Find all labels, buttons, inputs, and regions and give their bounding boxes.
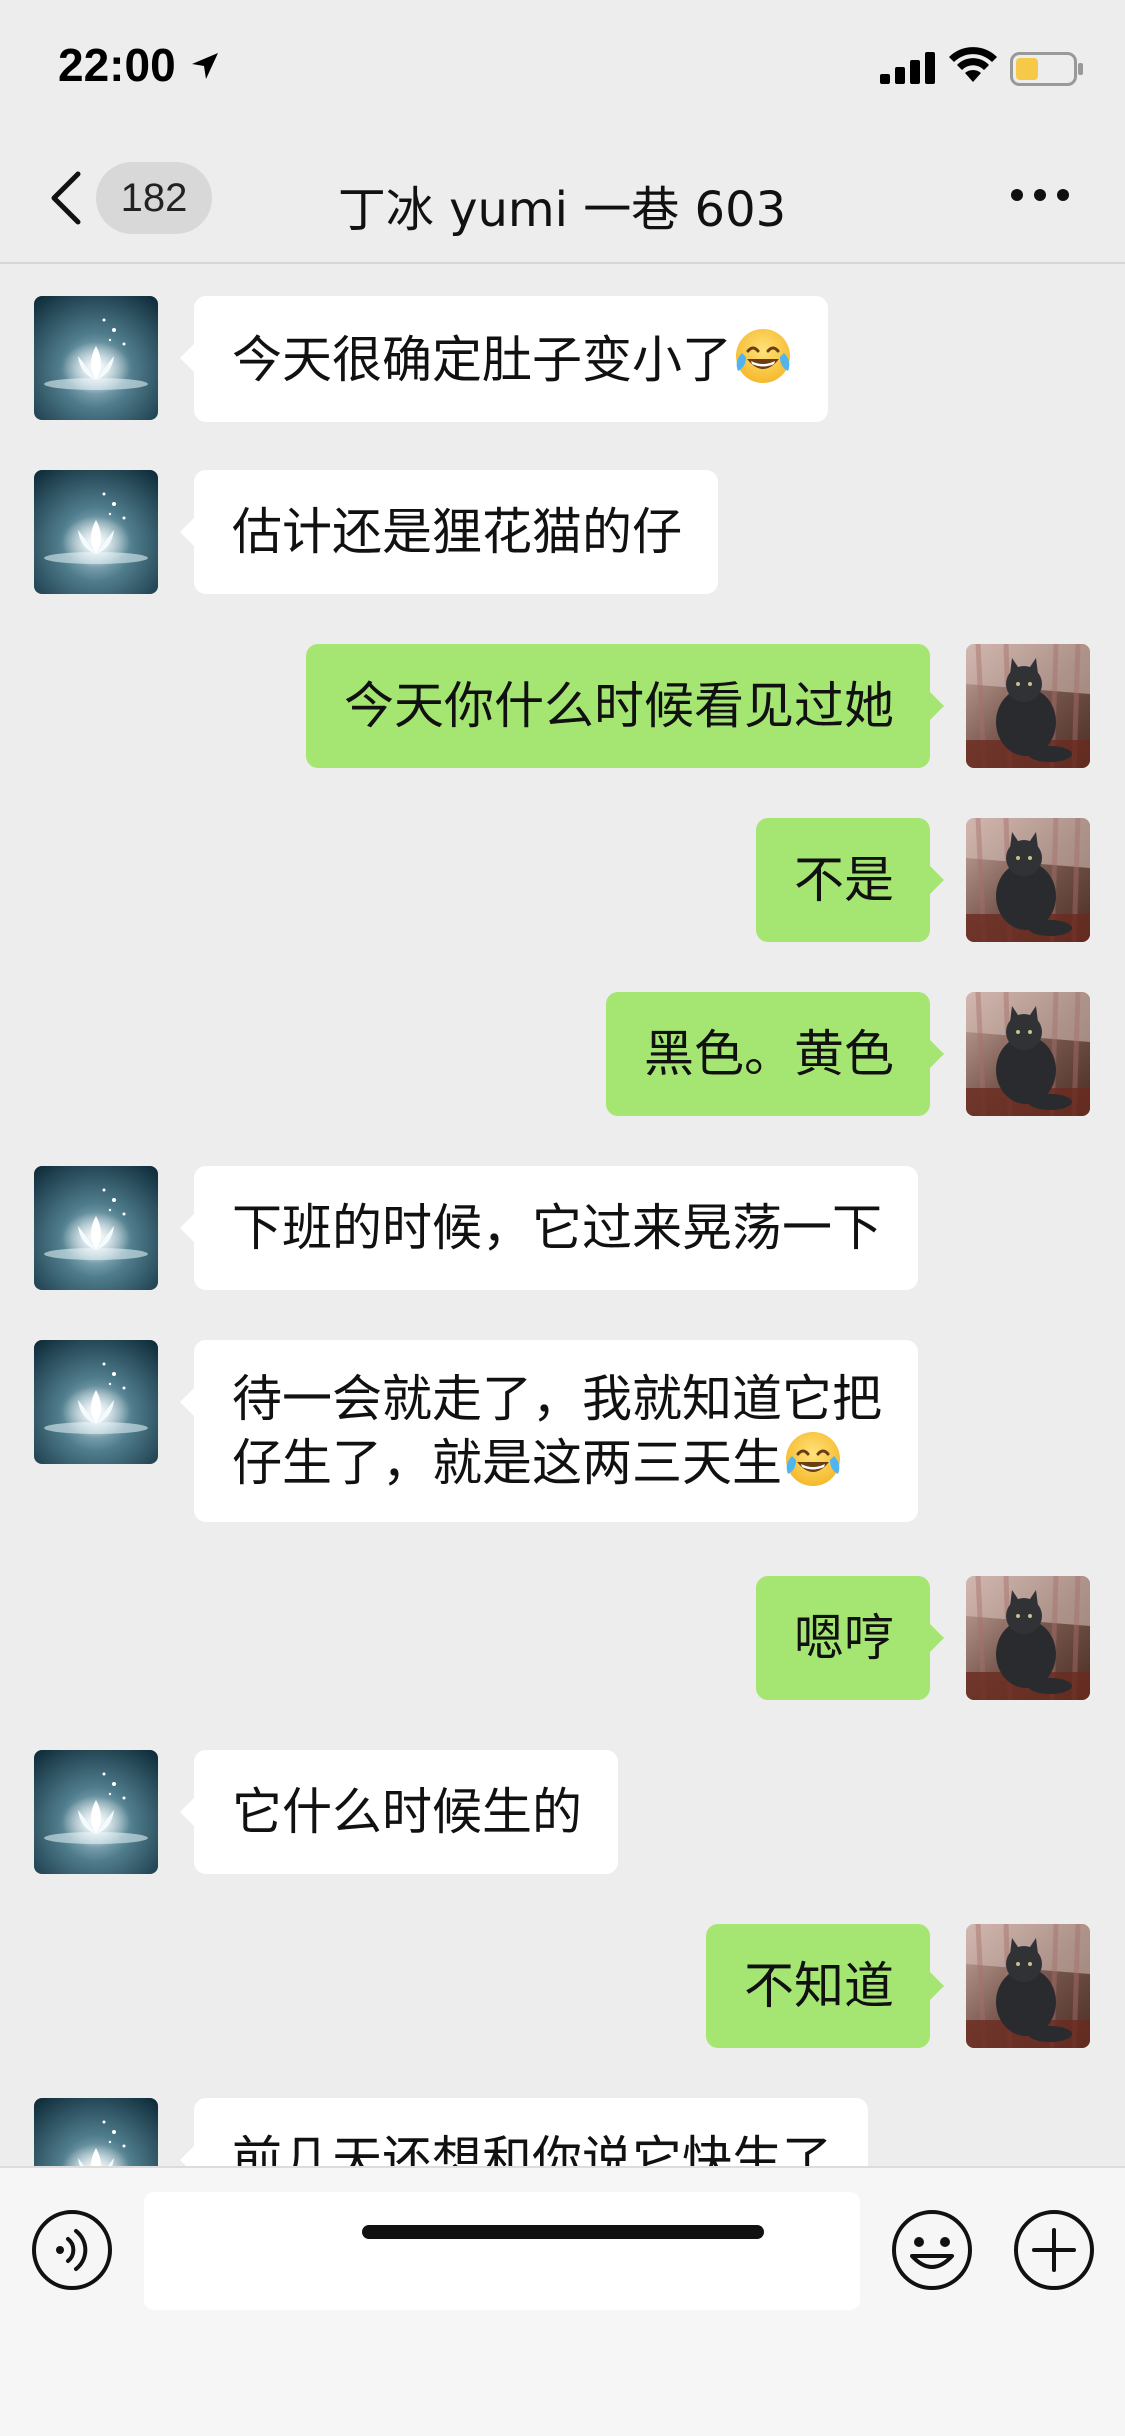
message-bubble[interactable]: 黑色。黄色 xyxy=(606,992,944,1116)
contact-avatar[interactable] xyxy=(34,2098,158,2168)
emoji-icon[interactable] xyxy=(890,2208,974,2292)
lotus-avatar-image xyxy=(34,296,158,420)
my-avatar[interactable] xyxy=(966,1576,1090,1700)
location-arrow-icon xyxy=(192,53,218,79)
back-chevron-icon[interactable] xyxy=(48,170,84,226)
plus-icon[interactable] xyxy=(1012,2208,1096,2292)
chat-screen: 22:00 182 丁冰 yumi 一巷 603 今天很确定肚子变小了 估计还是… xyxy=(0,0,1125,2436)
battery-icon xyxy=(1010,52,1083,86)
status-bar: 22:00 xyxy=(0,0,1125,132)
message-bubble[interactable]: 估计还是狸花猫的仔 xyxy=(180,470,718,594)
my-avatar[interactable] xyxy=(966,992,1090,1116)
chat-header: 182 丁冰 yumi 一巷 603 xyxy=(0,132,1125,264)
message-bubble[interactable]: 前几天还想和你说它快生了 xyxy=(180,2098,868,2168)
message-input[interactable] xyxy=(144,2192,860,2310)
contact-avatar[interactable] xyxy=(34,1166,158,1290)
message-bubble[interactable]: 它什么时候生的 xyxy=(180,1750,618,1874)
wifi-icon xyxy=(949,47,997,82)
cat-avatar-image xyxy=(966,1576,1090,1700)
contact-avatar[interactable] xyxy=(34,296,158,420)
message-bubble[interactable]: 待一会就走了，我就知道它把 仔生了，就是这两三天生 xyxy=(180,1340,918,1522)
input-bar xyxy=(0,2166,1125,2436)
chat-title: 丁冰 yumi 一巷 603 xyxy=(337,182,787,238)
cat-avatar-image xyxy=(966,644,1090,768)
message-bubble[interactable]: 下班的时候，它过来晃荡一下 xyxy=(180,1166,918,1290)
message-bubble[interactable]: 不是 xyxy=(756,818,944,942)
lotus-avatar-image xyxy=(34,1750,158,1874)
message-bubble[interactable]: 不知道 xyxy=(706,1924,944,2048)
unread-count-badge[interactable]: 182 xyxy=(96,162,212,234)
more-options-icon[interactable] xyxy=(1010,188,1070,202)
status-time: 22:00 xyxy=(58,39,176,91)
voice-input-icon[interactable] xyxy=(30,2208,114,2292)
my-avatar[interactable] xyxy=(966,644,1090,768)
face-with-tears-of-joy-icon xyxy=(784,1430,842,1488)
my-avatar[interactable] xyxy=(966,1924,1090,2048)
cat-avatar-image xyxy=(966,1924,1090,2048)
lotus-avatar-image xyxy=(34,1340,158,1464)
message-bubble[interactable]: 今天你什么时候看见过她 xyxy=(306,644,944,768)
message-list[interactable]: 今天很确定肚子变小了 估计还是狸花猫的仔 今天你什么时候看见过她 不是 黑色。黄… xyxy=(0,264,1125,2168)
contact-avatar[interactable] xyxy=(34,1750,158,1874)
cellular-signal-icon xyxy=(880,52,935,84)
message-bubble[interactable]: 今天很确定肚子变小了 xyxy=(180,296,828,422)
cat-avatar-image xyxy=(966,992,1090,1116)
contact-avatar[interactable] xyxy=(34,1340,158,1464)
cat-avatar-image xyxy=(966,818,1090,942)
face-with-tears-of-joy-icon xyxy=(734,327,792,385)
lotus-avatar-image xyxy=(34,470,158,594)
lotus-avatar-image xyxy=(34,2098,158,2168)
message-bubble[interactable]: 嗯哼 xyxy=(756,1576,944,1700)
home-indicator xyxy=(362,2225,764,2239)
my-avatar[interactable] xyxy=(966,818,1090,942)
lotus-avatar-image xyxy=(34,1166,158,1290)
contact-avatar[interactable] xyxy=(34,470,158,594)
